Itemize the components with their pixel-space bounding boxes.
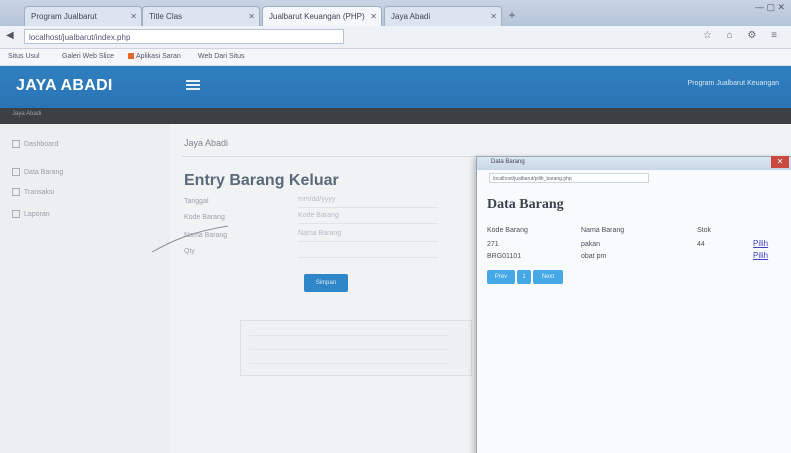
pilih-link[interactable]: Pilih — [753, 239, 768, 248]
bookmark-label: Aplikasi Saran — [136, 53, 181, 60]
sidebar-item-label: Data Barang — [24, 168, 64, 176]
table-cell: obat pm — [581, 253, 607, 260]
pen-mark — [151, 225, 229, 253]
sidebar-item-dashboard[interactable]: Dashboard — [12, 140, 58, 148]
popup-address-bar[interactable]: localhost/jualbarut/pilih_barang.php — [489, 173, 649, 183]
browser-window: Program Jualbarut ✕ Title Clas ✕ Jualbarut… — [0, 0, 791, 453]
brand-logo[interactable]: JAYA ABADI — [16, 77, 113, 95]
sidebar-item-label: Laporan — [24, 210, 50, 218]
close-tab-icon[interactable]: ✕ — [370, 7, 377, 26]
kode-barang-input[interactable]: Kode Barang — [298, 212, 438, 224]
breadcrumb[interactable]: Jaya Abadi — [184, 138, 228, 148]
field-label: Kode Barang — [184, 214, 225, 221]
close-icon[interactable]: ✕ — [771, 156, 789, 168]
popup-titlebar[interactable]: Data Barang ✕ — [477, 156, 791, 170]
page-button[interactable]: 1 — [517, 270, 531, 284]
browser-tab[interactable]: Title Clas ✕ — [142, 6, 260, 26]
browser-tab-active[interactable]: Jualbarut Keuangan (PHP) ✕ — [262, 6, 382, 26]
tab-label: Jualbarut Keuangan (PHP) — [269, 12, 365, 21]
table-cell: 271 — [487, 241, 499, 248]
bookmark-flag-icon — [128, 53, 134, 60]
browser-tab[interactable]: Program Jualbarut ✕ — [24, 6, 142, 26]
app-header: JAYA ABADI Program Jualbarut Keuangan — [0, 66, 791, 108]
panel-line — [249, 335, 449, 336]
close-tab-icon[interactable]: ✕ — [130, 7, 137, 26]
sidebar-item-label: Transaksi — [24, 188, 55, 196]
table-cell: pakan — [581, 241, 601, 248]
next-button[interactable]: Next — [533, 270, 563, 284]
popup-window: Data Barang ✕ localhost/jualbarut/pilih_… — [476, 156, 791, 453]
background-panel — [240, 320, 472, 376]
close-tab-icon[interactable]: ✕ — [490, 7, 497, 26]
sidebar: Dashboard Data Barang Transaksi Laporan — [0, 124, 171, 453]
header-subbar: Jaya Abadi — [0, 108, 791, 124]
subbar-text: Jaya Abadi — [12, 111, 42, 117]
tab-label: Title Clas — [149, 12, 183, 21]
nama-barang-input[interactable]: Nama Barang — [298, 230, 438, 242]
sidebar-item-label: Dashboard — [24, 140, 59, 148]
qty-input[interactable] — [298, 246, 438, 258]
menu-toggle-icon[interactable] — [186, 78, 200, 92]
sidebar-item-data-barang[interactable]: Data Barang — [12, 168, 63, 176]
bookmark[interactable]: Galeri Web Slice — [62, 49, 114, 65]
close-tab-icon[interactable]: ✕ — [248, 7, 255, 26]
field-label: Tanggal — [184, 198, 209, 205]
bookmarks-bar: Situs Usul Galeri Web Slice Aplikasi Sar… — [0, 49, 791, 66]
navigation-bar: ◀ localhost/jualbarut/index.php ☆ ⌂ ⚙ ≡ — [0, 26, 791, 49]
browser-tab[interactable]: Jaya Abadi ✕ — [384, 6, 502, 26]
panel-line — [249, 349, 449, 350]
dashboard-icon — [12, 140, 20, 148]
tab-label: Jaya Abadi — [391, 12, 431, 21]
report-icon — [12, 210, 20, 218]
pencil-icon — [12, 188, 20, 196]
sidebar-item-transaksi[interactable]: Transaksi — [12, 188, 54, 196]
table-cell: 44 — [697, 241, 705, 248]
address-bar[interactable]: localhost/jualbarut/index.php — [24, 29, 344, 44]
page-title: Entry Barang Keluar — [184, 172, 339, 189]
column-header: Kode Barang — [487, 227, 528, 234]
sidebar-item-laporan[interactable]: Laporan — [12, 210, 50, 218]
bookmark[interactable]: Web Dari Situs — [198, 49, 245, 65]
date-input[interactable]: mm/dd/yyyy — [298, 196, 438, 208]
submit-button[interactable]: Simpan — [304, 274, 348, 292]
toolbar-icons[interactable]: ☆ ⌂ ⚙ ≡ — [703, 30, 783, 41]
popup-title: Data Barang — [491, 159, 525, 165]
panel-line — [249, 363, 449, 364]
column-header: Stok — [697, 227, 712, 234]
prev-button[interactable]: Prev — [487, 270, 515, 284]
tab-label: Program Jualbarut — [31, 12, 97, 21]
bookmark[interactable]: Aplikasi Saran — [128, 49, 181, 65]
popup-heading: Data Barang — [487, 197, 564, 212]
column-header: Nama Barang — [581, 227, 625, 234]
list-icon — [12, 168, 20, 176]
pilih-link[interactable]: Pilih — [753, 251, 768, 260]
table-cell: BRG01101 — [487, 253, 522, 260]
tab-strip: Program Jualbarut ✕ Title Clas ✕ Jualbarut… — [0, 0, 791, 26]
bookmark[interactable]: Situs Usul — [8, 49, 40, 65]
new-tab-button[interactable]: + — [505, 8, 519, 22]
window-controls[interactable]: — ▢ ✕ — [755, 2, 785, 13]
user-menu[interactable]: Program Jualbarut Keuangan — [688, 80, 779, 87]
back-icon[interactable]: ◀ — [6, 30, 14, 41]
